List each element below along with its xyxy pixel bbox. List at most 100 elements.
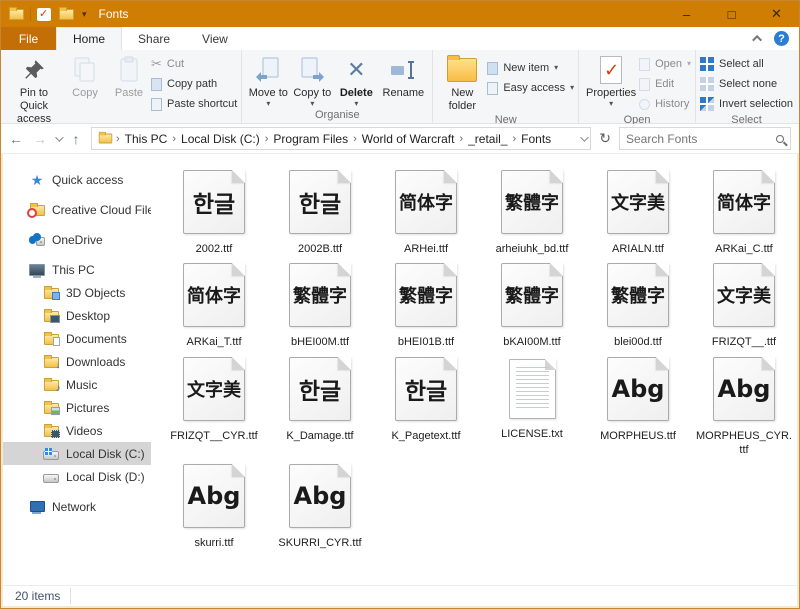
rename-button[interactable]: Rename — [378, 53, 428, 100]
properties-button[interactable]: Properties ▾ — [583, 53, 639, 108]
search-icon[interactable] — [776, 135, 784, 143]
sidebar-item-label: Local Disk (D:) — [66, 470, 145, 484]
sidebar-item-pictures[interactable]: Pictures — [3, 396, 151, 419]
file-item[interactable]: 한글K_Pagetext.ttf — [373, 357, 479, 458]
copy-path-button[interactable]: Copy path — [151, 75, 237, 93]
file-name: bHEI00M.ttf — [291, 335, 349, 349]
file-item[interactable]: 繁體字arheiuhk_bd.ttf — [479, 170, 585, 256]
select-all-button[interactable]: Select all — [700, 55, 793, 73]
qat-new-folder-icon[interactable] — [59, 9, 74, 20]
font-file-icon: 繁體字 — [501, 170, 563, 234]
sidebar-item-music[interactable]: Music — [3, 373, 151, 396]
sidebar-item-this-pc[interactable]: This PC — [3, 258, 151, 281]
sidebar-item-downloads[interactable]: Downloads — [3, 350, 151, 373]
qat-properties-icon[interactable] — [37, 8, 51, 21]
file-item[interactable]: 文字美FRIZQT__CYR.ttf — [161, 357, 267, 458]
font-preview-glyph: 繁體字 — [399, 282, 453, 308]
sidebar-item-documents[interactable]: Documents — [3, 327, 151, 350]
back-icon[interactable]: ← — [7, 131, 25, 147]
file-item[interactable]: 繁體字 bHEI01B.ttf — [373, 263, 479, 349]
move-to-button[interactable]: Move to ▾ — [246, 53, 290, 108]
file-item[interactable]: 한글2002.ttf — [161, 170, 267, 256]
minimize-ribbon-icon[interactable] — [752, 35, 762, 45]
tab-file[interactable]: File — [1, 27, 56, 50]
breadcrumb[interactable]: ›This PC›Local Disk (C:)›Program Files›W… — [91, 127, 591, 150]
file-name: 2002B.ttf — [298, 242, 342, 256]
history-dropdown-icon[interactable] — [55, 133, 63, 141]
maximize-button[interactable]: □ — [709, 1, 754, 27]
sidebar-item-desktop[interactable]: Desktop — [3, 304, 151, 327]
file-name: ARHei.ttf — [404, 242, 448, 256]
sidebar-item-creative-cloud-files[interactable]: Creative Cloud Files — [3, 198, 151, 221]
file-name: bHEI01B.ttf — [398, 335, 454, 349]
close-button[interactable]: ✕ — [754, 1, 799, 27]
copy-to-button[interactable]: Copy to ▾ — [290, 53, 334, 108]
select-none-icon — [700, 77, 714, 91]
file-item[interactable]: LICENSE.txt — [479, 357, 585, 458]
search-input[interactable] — [626, 132, 770, 146]
file-item[interactable]: 繁體字bKAI00M.ttf — [479, 263, 585, 349]
sidebar-item-videos[interactable]: Videos — [3, 419, 151, 442]
refresh-icon[interactable]: ↻ — [597, 130, 613, 147]
tab-home[interactable]: Home — [56, 27, 122, 50]
file-item[interactable]: 文字美ARIALN.ttf — [585, 170, 691, 256]
file-item[interactable]: 한글2002B.ttf — [267, 170, 373, 256]
window-folder-icon[interactable] — [9, 9, 24, 20]
paste-button[interactable]: Paste — [107, 53, 151, 100]
rename-icon — [388, 54, 418, 86]
new-folder-button[interactable]: New folder — [437, 53, 487, 113]
file-item[interactable]: 文字美FRIZQT__.ttf — [691, 263, 797, 349]
breadcrumb-segment[interactable]: This PC — [121, 132, 172, 146]
file-item[interactable]: AbgSKURRI_CYR.ttf — [267, 464, 373, 550]
pin-to-quick-access-button[interactable]: Pin to Quick access — [5, 53, 63, 127]
copy-button[interactable]: Copy — [63, 53, 107, 100]
file-item[interactable]: 繁體字bHEI00M.ttf — [267, 263, 373, 349]
sidebar-item-quick-access[interactable]: Quick access — [3, 168, 151, 191]
dropdown-caret-icon: ▾ — [354, 100, 358, 108]
address-dropdown-icon[interactable] — [580, 133, 588, 141]
file-name: ARKai_C.ttf — [715, 242, 772, 256]
sidebar-item-onedrive[interactable]: OneDrive — [3, 228, 151, 251]
sidebar-item-network[interactable]: Network — [3, 495, 151, 518]
sidebar-item-local-disk-d[interactable]: Local Disk (D:) — [3, 465, 151, 488]
history-button[interactable]: History — [639, 95, 691, 113]
file-item[interactable]: 简体字ARKai_T.ttf — [161, 263, 267, 349]
open-button[interactable]: Open ▾ — [639, 55, 691, 73]
delete-button[interactable]: ✕ Delete ▾ — [334, 53, 378, 108]
sidebar-item-label: Documents — [66, 332, 127, 346]
open-icon — [639, 58, 650, 71]
invert-selection-button[interactable]: Invert selection — [700, 95, 793, 113]
help-icon[interactable]: ? — [774, 31, 789, 46]
edit-button[interactable]: Edit — [639, 75, 691, 93]
ribbon-group-clipboard: Pin to Quick access Copy Paste ✂ — [1, 50, 242, 123]
breadcrumb-segment[interactable]: World of Warcraft — [358, 132, 459, 146]
delete-x-icon: ✕ — [347, 54, 365, 86]
file-item[interactable]: 한글K_Damage.ttf — [267, 357, 373, 458]
forward-icon[interactable]: → — [31, 131, 49, 147]
easy-access-button[interactable]: Easy access ▾ — [487, 79, 574, 97]
up-icon[interactable]: ↑ — [67, 131, 85, 147]
dropdown-caret-icon: ▾ — [266, 100, 270, 108]
minimize-button[interactable]: – — [664, 1, 709, 27]
qat-customize-caret-icon[interactable]: ▾ — [82, 10, 87, 19]
file-item[interactable]: 繁體字blei00d.ttf — [585, 263, 691, 349]
breadcrumb-segment[interactable]: Program Files — [269, 132, 352, 146]
breadcrumb-segment[interactable]: _retail_ — [464, 132, 511, 146]
paste-shortcut-button[interactable]: Paste shortcut — [151, 95, 237, 113]
sidebar-item-3d-objects[interactable]: 3D Objects — [3, 281, 151, 304]
file-item[interactable]: 简体字ARHei.ttf — [373, 170, 479, 256]
file-item[interactable]: Abgskurri.ttf — [161, 464, 267, 550]
select-none-button[interactable]: Select none — [700, 75, 793, 93]
new-item-button[interactable]: New item ▾ — [487, 59, 574, 77]
tab-view[interactable]: View — [186, 27, 244, 50]
file-item[interactable]: 简体字ARKai_C.ttf — [691, 170, 797, 256]
cut-button[interactable]: ✂ Cut — [151, 55, 237, 73]
file-item[interactable]: AbgMORPHEUS.ttf — [585, 357, 691, 458]
navigation-pane: Quick access Creative Cloud Files OneDrive… — [3, 154, 151, 585]
file-name: 2002.ttf — [196, 242, 233, 256]
tab-share[interactable]: Share — [122, 27, 186, 50]
breadcrumb-segment[interactable]: Fonts — [517, 132, 555, 146]
sidebar-item-local-disk-c[interactable]: Local Disk (C:) — [3, 442, 151, 465]
breadcrumb-segment[interactable]: Local Disk (C:) — [177, 132, 264, 146]
file-item[interactable]: AbgMORPHEUS_CYR.ttf — [691, 357, 797, 458]
